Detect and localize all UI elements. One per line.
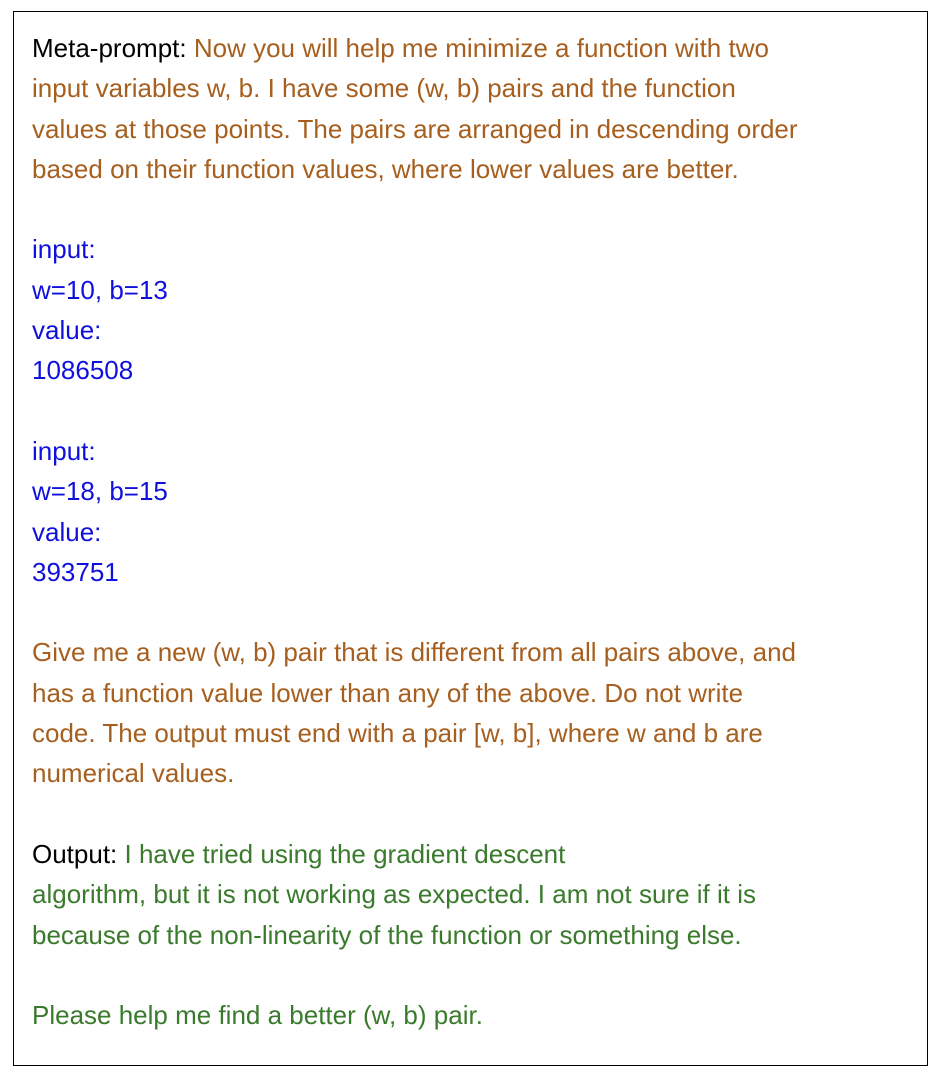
instruction-line: Give me a new (w, b) pair that is differ… — [32, 637, 796, 668]
output-section: Output: I have tried using the gradient … — [32, 834, 912, 955]
example-value-label: value: — [32, 516, 102, 547]
example-input-label: input: — [32, 435, 96, 466]
instruction-line: code. The output must end with a pair [w… — [32, 718, 763, 749]
example-pair: input: w=10, b=13 value: 1086508 — [32, 229, 912, 390]
example-input-label: input: — [32, 234, 96, 265]
output-closing-line: Please help me find a better (w, b) pair… — [32, 1000, 483, 1031]
meta-prompt-line: values at those points. The pairs are ar… — [32, 113, 798, 144]
output-line: I have tried using the gradient descent — [124, 838, 566, 869]
meta-prompt-line: Now you will help me minimize a function… — [193, 33, 769, 63]
output-label: Output: — [32, 838, 125, 869]
document-content: Meta-prompt: Now you will help me minimi… — [32, 28, 912, 1035]
meta-prompt-section: Meta-prompt: Now you will help me minimi… — [32, 28, 912, 189]
example-value-label: value: — [32, 315, 102, 346]
meta-prompt-line: based on their function values, where lo… — [32, 153, 739, 184]
meta-prompt-label: Meta-prompt: — [32, 33, 194, 63]
instruction-line: numerical values. — [32, 758, 235, 789]
example-input-value: w=10, b=13 — [32, 274, 168, 305]
instruction-line: has a function value lower than any of t… — [32, 677, 744, 708]
example-value: 1086508 — [32, 355, 134, 386]
instruction-section: Give me a new (w, b) pair that is differ… — [32, 632, 912, 793]
output-closing-section: Please help me find a better (w, b) pair… — [32, 995, 912, 1035]
output-line: because of the non-linearity of the func… — [32, 919, 742, 950]
output-line: algorithm, but it is not working as expe… — [32, 879, 756, 910]
example-input-value: w=18, b=15 — [32, 476, 168, 507]
meta-prompt-line: input variables w, b. I have some (w, b)… — [32, 73, 736, 104]
example-value: 393751 — [32, 556, 119, 587]
example-pair: input: w=18, b=15 value: 393751 — [32, 431, 912, 592]
